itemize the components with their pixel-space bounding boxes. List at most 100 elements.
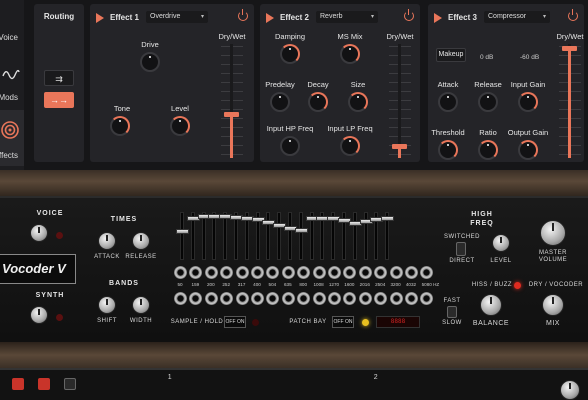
sidebar-item-effects[interactable]: Effects	[0, 110, 24, 166]
output-jack[interactable]	[174, 292, 187, 305]
input-jack[interactable]	[281, 266, 295, 279]
input-jack[interactable]	[189, 266, 203, 279]
output-jack[interactable]	[358, 292, 372, 305]
voice-knob[interactable]	[30, 224, 48, 242]
power-icon[interactable]	[238, 9, 248, 21]
serial-routing-button[interactable]: ⇉	[44, 70, 74, 86]
slider-thumb[interactable]	[562, 46, 577, 51]
output-jack[interactable]	[297, 292, 311, 305]
dry-wet-slider[interactable]: Dry/Wet	[552, 32, 588, 160]
output-jack[interactable]	[189, 292, 203, 305]
sample-hold-switch[interactable]: OFF ON	[224, 316, 246, 328]
output-jack[interactable]	[220, 292, 234, 305]
release-knob[interactable]	[478, 92, 498, 112]
makeup-button[interactable]: Makeup	[436, 48, 466, 62]
mix-knob[interactable]	[542, 294, 564, 316]
lp-freq-knob[interactable]	[340, 136, 360, 156]
effect3-panel: Effect 3 Compressor ▾ Makeup 0 dB -60 dB…	[428, 4, 584, 162]
master-volume-label: MASTER VOLUME	[538, 250, 568, 263]
slider-thumb[interactable]	[224, 112, 239, 117]
patch-bay-switch[interactable]: OFF ON	[332, 316, 354, 328]
output-jack[interactable]	[328, 292, 341, 305]
output-jack[interactable]	[235, 292, 249, 305]
sidebar-item-label: Effects	[0, 151, 18, 160]
size-knob[interactable]	[348, 92, 368, 112]
input-jack[interactable]	[235, 266, 249, 279]
output-jack[interactable]	[405, 292, 418, 305]
play-icon[interactable]	[266, 13, 274, 23]
level-knob[interactable]	[170, 116, 190, 136]
patch-bay-led	[362, 319, 369, 326]
input-jack[interactable]	[251, 266, 264, 279]
input-jack[interactable]	[328, 266, 341, 279]
master-volume-knob[interactable]	[540, 220, 566, 246]
threshold-knob[interactable]	[438, 140, 458, 160]
input-jack[interactable]	[204, 266, 218, 279]
dark-button[interactable]	[64, 378, 76, 390]
decay-knob[interactable]	[308, 92, 328, 112]
release-knob-hw[interactable]	[132, 232, 150, 250]
output-jack[interactable]	[266, 292, 280, 305]
power-icon[interactable]	[404, 9, 414, 21]
synth-knob[interactable]	[30, 306, 48, 324]
attack-knob-hw[interactable]	[98, 232, 116, 250]
input-jack[interactable]	[266, 266, 280, 279]
input-jack[interactable]	[358, 266, 372, 279]
sidebar-item-voice[interactable]: Voice	[0, 0, 24, 48]
fast-slow-toggle[interactable]	[447, 306, 457, 318]
output-jack[interactable]	[343, 292, 357, 305]
attack-knob[interactable]	[438, 92, 458, 112]
dry-wet-slider[interactable]: Dry/Wet	[382, 32, 418, 160]
play-icon[interactable]	[96, 13, 104, 23]
input-jack[interactable]	[220, 266, 234, 279]
output-jack[interactable]	[251, 292, 264, 305]
red-button[interactable]	[38, 378, 50, 390]
lower-knob[interactable]	[560, 380, 580, 400]
ratio-knob[interactable]	[478, 140, 498, 160]
input-jack[interactable]	[297, 266, 311, 279]
input-jack[interactable]	[405, 266, 418, 279]
input-jack[interactable]	[174, 266, 187, 279]
input-gain-knob[interactable]	[518, 92, 538, 112]
input-jack[interactable]	[312, 266, 326, 279]
effect-type-select[interactable]: Compressor ▾	[484, 11, 550, 23]
output-jack[interactable]	[204, 292, 218, 305]
output-jack[interactable]	[389, 292, 403, 305]
high-freq-toggle[interactable]	[456, 242, 466, 256]
effect-type-select[interactable]: Overdrive ▾	[146, 11, 208, 23]
hp-freq-knob[interactable]	[280, 136, 300, 156]
drive-knob[interactable]	[140, 52, 160, 72]
input-jack[interactable]	[389, 266, 403, 279]
power-icon[interactable]	[568, 9, 578, 21]
shift-knob[interactable]	[98, 296, 116, 314]
sidebar-item-mods[interactable]: Mods	[0, 60, 24, 108]
high-freq-level-knob[interactable]	[492, 234, 510, 252]
output-jack[interactable]	[312, 292, 326, 305]
ms-mix-knob[interactable]	[340, 44, 360, 64]
parallel-routing-button[interactable]: →→	[44, 92, 74, 108]
output-jack[interactable]	[281, 292, 295, 305]
fader-slot	[201, 212, 206, 260]
routing-panel: Routing ⇉ →→	[34, 4, 84, 162]
input-jack[interactable]	[343, 266, 357, 279]
input-jack[interactable]	[420, 266, 434, 279]
predelay-knob[interactable]	[270, 92, 290, 112]
band-fader[interactable]	[176, 228, 189, 234]
width-knob[interactable]	[132, 296, 150, 314]
output-jack[interactable]	[420, 292, 434, 305]
tone-knob[interactable]	[110, 116, 130, 136]
balance-knob[interactable]	[480, 294, 502, 316]
slider-thumb[interactable]	[392, 144, 407, 149]
red-button[interactable]	[12, 378, 24, 390]
dry-wet-slider[interactable]: Dry/Wet	[214, 32, 250, 160]
effect-type-select[interactable]: Reverb ▾	[316, 11, 378, 23]
input-jack[interactable]	[374, 266, 388, 279]
output-jack[interactable]	[374, 292, 388, 305]
switch-on: ON	[236, 319, 245, 325]
band-fader[interactable]	[294, 228, 308, 234]
effect-type-value: Reverb	[320, 13, 343, 20]
play-icon[interactable]	[434, 13, 442, 23]
band-fader[interactable]	[381, 215, 395, 221]
output-gain-knob[interactable]	[518, 140, 538, 160]
damping-knob[interactable]	[280, 44, 300, 64]
